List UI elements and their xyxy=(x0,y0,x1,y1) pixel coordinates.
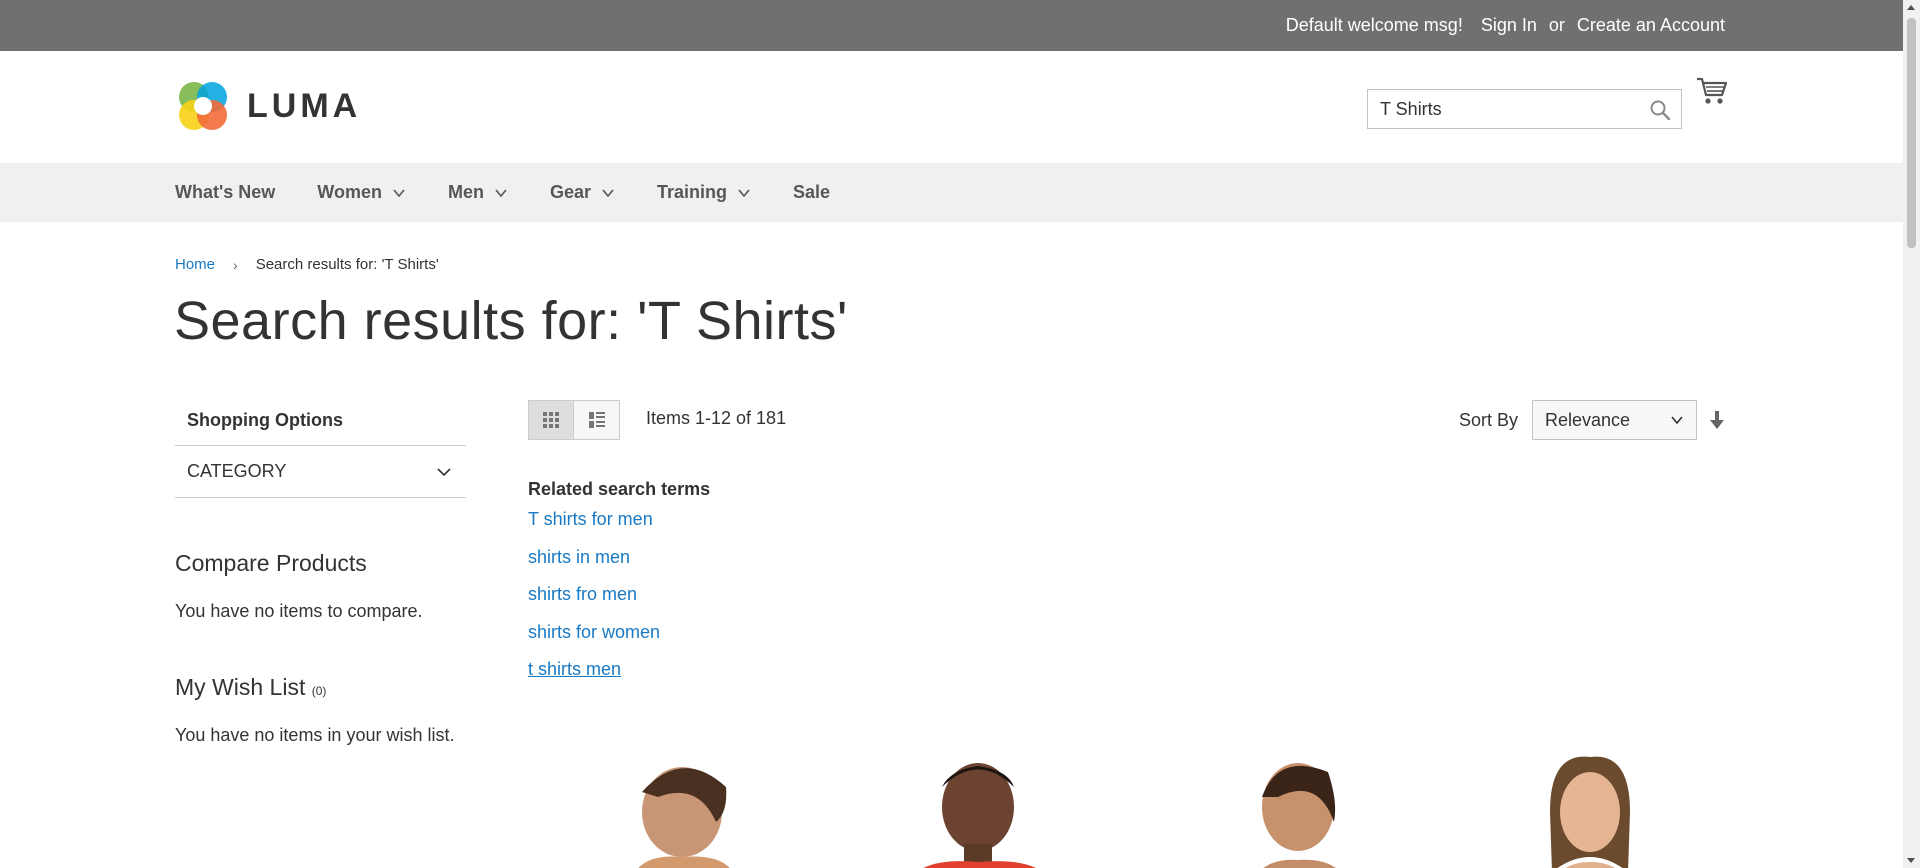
logo-text: LUMA xyxy=(247,86,362,125)
site-header: LUMA xyxy=(0,51,1920,163)
grid-icon xyxy=(543,412,559,428)
nav-item-label: Women xyxy=(317,182,382,202)
wishlist-count-value: 0 xyxy=(315,684,323,698)
list-view-button[interactable] xyxy=(574,400,620,440)
wishlist-title-text: My Wish List xyxy=(175,674,306,700)
related-search-link[interactable]: t shirts men xyxy=(528,660,710,698)
nav-item-label: What's New xyxy=(175,182,276,202)
product-image[interactable] xyxy=(1188,752,1428,868)
search-icon[interactable] xyxy=(1649,99,1671,121)
compare-products-title: Compare Products xyxy=(175,550,367,576)
or-text: or xyxy=(1548,15,1565,35)
wishlist-count: (0) xyxy=(311,684,327,698)
sorter: Sort By Relevance xyxy=(1459,400,1725,440)
product-photo-woman-blue-top xyxy=(1550,756,1630,868)
product-grid xyxy=(528,752,1725,868)
sort-direction-arrow-icon[interactable] xyxy=(1709,410,1725,430)
page-scrollbar[interactable] xyxy=(1903,0,1920,868)
chevron-down-icon xyxy=(602,188,614,197)
view-mode-switcher xyxy=(528,400,620,440)
cart-icon[interactable] xyxy=(1696,76,1728,106)
related-search-link[interactable]: shirts in men xyxy=(528,548,710,586)
product-image[interactable] xyxy=(588,752,828,868)
wishlist-title: My Wish List (0) xyxy=(175,674,466,701)
compare-empty-text: You have no items to compare. xyxy=(175,601,423,621)
category-filter[interactable]: CATEGORY xyxy=(175,446,466,498)
product-image[interactable] xyxy=(1488,752,1725,868)
page-title: Search results for: 'T Shirts' xyxy=(174,291,848,351)
nav-item-label: Training xyxy=(657,182,728,202)
wishlist-empty-text: You have no items in your wish list. xyxy=(175,725,455,745)
nav-list: What's New Women Men Gear Training Sale xyxy=(175,163,872,222)
chevron-down-icon xyxy=(1671,416,1683,425)
grid-view-button[interactable] xyxy=(528,400,574,440)
sort-by-value: Relevance xyxy=(1545,409,1631,430)
chevron-down-icon xyxy=(738,188,750,197)
nav-item-gear[interactable]: Gear xyxy=(550,182,615,203)
sidebar: Shopping Options CATEGORY Compare Produc… xyxy=(175,398,466,746)
product-image[interactable] xyxy=(878,752,1118,868)
nav-item-training[interactable]: Training xyxy=(657,182,751,203)
main-navigation: What's New Women Men Gear Training Sale xyxy=(0,163,1920,222)
chevron-down-icon xyxy=(437,467,451,476)
category-filter-label: CATEGORY xyxy=(187,461,287,481)
nav-item-label: Gear xyxy=(549,182,591,202)
chevron-down-icon xyxy=(495,188,507,197)
breadcrumb-separator-icon: › xyxy=(233,256,238,273)
breadcrumb-home-link[interactable]: Home xyxy=(175,256,215,273)
related-search-terms: Related search terms T shirts for men shi… xyxy=(528,479,710,698)
search-input[interactable] xyxy=(1368,90,1681,128)
related-search-link[interactable]: shirts fro men xyxy=(528,585,710,623)
breadcrumb-current: Search results for: 'T Shirts' xyxy=(255,256,439,273)
product-photo-woman-orange-top xyxy=(638,767,730,868)
related-search-list: T shirts for men shirts in men shirts fro … xyxy=(528,510,710,698)
sort-by-select[interactable]: Relevance xyxy=(1532,400,1697,440)
nav-item-sale[interactable]: Sale xyxy=(793,182,830,203)
shopping-options-title: Shopping Options xyxy=(175,398,466,446)
scrollbar-thumb[interactable] xyxy=(1907,18,1916,248)
related-search-link[interactable]: T shirts for men xyxy=(528,510,710,548)
panel-links: Default welcome msg! Sign In or Create a… xyxy=(1286,0,1725,51)
luma-logo-icon xyxy=(179,82,227,130)
product-photo-man-red-shirt xyxy=(923,763,1036,868)
search-box xyxy=(1367,89,1682,129)
related-search-title: Related search terms xyxy=(528,479,711,499)
sign-in-link[interactable]: Sign In xyxy=(1481,15,1537,36)
nav-item-label: Men xyxy=(447,182,484,202)
list-icon xyxy=(588,412,605,428)
breadcrumb: Home › Search results for: 'T Shirts' xyxy=(175,256,439,273)
logo[interactable]: LUMA xyxy=(175,78,361,134)
product-photo-woman-purple-top xyxy=(1262,763,1336,868)
welcome-message: Default welcome msg! xyxy=(1285,15,1463,35)
chevron-down-icon xyxy=(393,188,405,197)
nav-item-what-s-new[interactable]: What's New xyxy=(175,182,275,203)
nav-item-men[interactable]: Men xyxy=(448,182,508,203)
related-search-link[interactable]: shirts for women xyxy=(528,623,710,661)
nav-item-label: Sale xyxy=(793,182,831,202)
top-panel: Default welcome msg! Sign In or Create a… xyxy=(0,0,1920,51)
sort-by-label: Sort By xyxy=(1458,409,1518,430)
create-account-link[interactable]: Create an Account xyxy=(1577,15,1725,36)
toolbar-amount: Items 1-12 of 181 xyxy=(646,408,787,428)
scroll-down-arrow-icon[interactable] xyxy=(1907,858,1915,863)
scroll-up-arrow-icon[interactable] xyxy=(1907,5,1915,10)
nav-item-women[interactable]: Women xyxy=(317,182,406,203)
